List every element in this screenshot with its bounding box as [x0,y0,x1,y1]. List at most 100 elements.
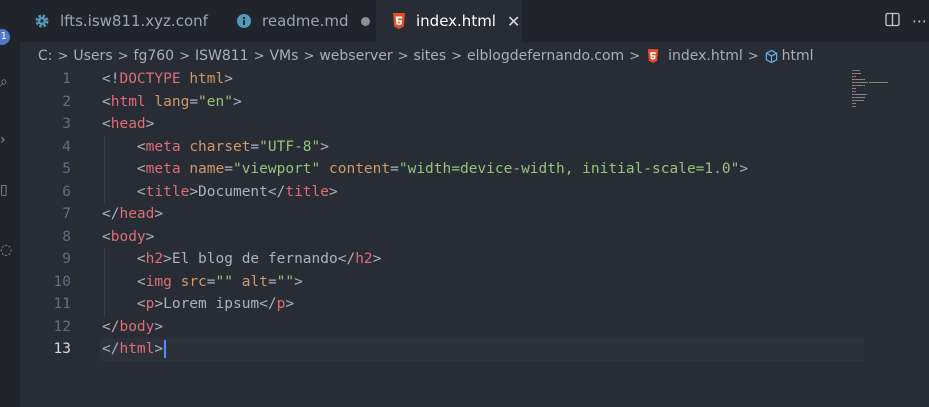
minimap-mark [858,70,860,71]
tab-index-html[interactable]: index.html ✕ [376,0,522,42]
code-token: lang [154,93,190,110]
unsaved-dot [360,16,370,26]
breadcrumb-symbol[interactable]: html [782,48,814,64]
breadcrumb-item[interactable]: C: [38,48,53,64]
gear-icon [34,13,50,29]
search-icon[interactable]: ⌕ [0,74,8,90]
run-icon[interactable]: ◌ [0,242,12,258]
minimap-mark [854,106,856,107]
tab-label: lfts.isw811.xyz.conf [60,12,208,30]
code-token: img [145,273,172,290]
code-text: </head> [102,203,163,226]
code-token: > [154,206,164,222]
code-token: >El blog de fernando</ [163,251,356,267]
extensions-icon[interactable]: ▯ [0,182,8,198]
minimap-mark [863,85,865,86]
activity-bar: 1 ⌕ › ▯ ◌ [0,0,20,407]
code-line[interactable]: 11 <p>Lorem ipsum</p> [20,293,929,316]
breadcrumb-item[interactable]: webserver [319,48,392,64]
code-line[interactable]: 3 <head> [20,113,929,136]
code-token: html [119,341,155,357]
code-token: "" [276,273,295,290]
code-token: < [102,138,146,155]
code-token: < [102,251,146,267]
chevron-right-icon: > [179,48,190,64]
split-editor-icon[interactable] [885,12,900,31]
code-token: < [102,161,146,177]
info-icon [236,13,252,29]
source-control-icon[interactable]: › [0,132,6,148]
breadcrumb-item[interactable]: VMs [269,48,298,64]
chevron-right-icon: > [451,48,463,64]
code-text: </html> [102,338,167,361]
line-number: 8 [62,228,71,245]
breadcrumb-item[interactable]: elblogdefernando.com [467,48,624,64]
code-line[interactable]: 10 <img src="" alt=""> [20,271,929,294]
breadcrumb-item[interactable]: ISW811 [195,48,249,64]
code-token: "UTF-8" [259,138,321,155]
code-line[interactable]: 13 </html> [20,338,929,361]
line-number: 11 [53,296,71,312]
tab-readme[interactable]: readme.md [218,0,376,42]
code-token: body [119,318,155,335]
code-token: < [102,296,146,312]
code-line[interactable]: 2 <html lang="en"> [20,91,929,114]
close-icon[interactable]: ✕ [507,12,520,31]
minimap-mark [864,79,866,80]
minimap-mark [854,88,856,89]
code-text: <body> [102,226,154,249]
code-token: "en" [198,93,233,110]
minimap-mark [887,82,889,83]
code-line[interactable]: 9 <h2>El blog de fernando</h2> [20,248,929,271]
html5-icon [647,49,659,63]
code-token: = [250,138,260,155]
tab-label: index.html [416,12,496,30]
code-text: <title>Document</title> [102,181,338,204]
code-text: <meta name="viewport" content="width=dev… [102,158,748,181]
code-text: <p>Lorem ipsum</p> [102,293,294,316]
minimap-mark [860,73,862,74]
tab-lfts-conf[interactable]: lfts.isw811.xyz.conf [20,0,218,42]
code-line[interactable]: 7 </head> [20,203,929,226]
breadcrumb-item[interactable]: Users [73,48,112,64]
code-token: = [390,161,399,177]
code-token: "" [215,273,233,290]
line-number: 9 [62,251,71,267]
code-token: > [145,116,155,132]
code-line[interactable]: 12 </body> [20,316,929,339]
line-number: 2 [62,93,71,110]
code-token: title [285,183,329,200]
breadcrumb-file[interactable]: index.html [668,48,743,64]
code-token: </ [102,206,120,222]
chevron-right-icon: > [57,48,69,64]
code-token: = [224,161,233,177]
minimap-mark [855,94,866,95]
chevron-right-icon: > [747,48,759,64]
minimap[interactable] [852,70,912,110]
code-token: title [145,183,190,200]
code-line[interactable]: 1 <!DOCTYPE html> [20,68,929,91]
code-line[interactable]: 8 <body> [20,226,929,249]
breadcrumb-item[interactable]: sites [414,48,447,64]
code-line[interactable]: 6 <title>Document</title> [20,181,929,204]
code-line[interactable]: 4 <meta charset="UTF-8"> [20,136,929,159]
code-editor[interactable]: 1 <!DOCTYPE html> 2 <html lang="en"> 3 <head>… [20,68,929,407]
breadcrumb-item[interactable]: fg760 [134,48,175,64]
chevron-right-icon: > [397,48,409,64]
html5-icon [392,13,406,29]
code-token: > [294,273,303,290]
minimap-mark [854,76,856,77]
code-token: < [102,183,146,200]
code-token: content [329,161,391,177]
code-token: = [189,93,199,110]
code-text: <meta charset="UTF-8"> [102,136,329,159]
code-line[interactable]: 5 <meta name="viewport" content="width=d… [20,158,929,181]
code-token: </ [102,341,120,357]
more-actions-icon[interactable]: ⋯ [912,12,927,30]
code-token: = [206,273,216,290]
